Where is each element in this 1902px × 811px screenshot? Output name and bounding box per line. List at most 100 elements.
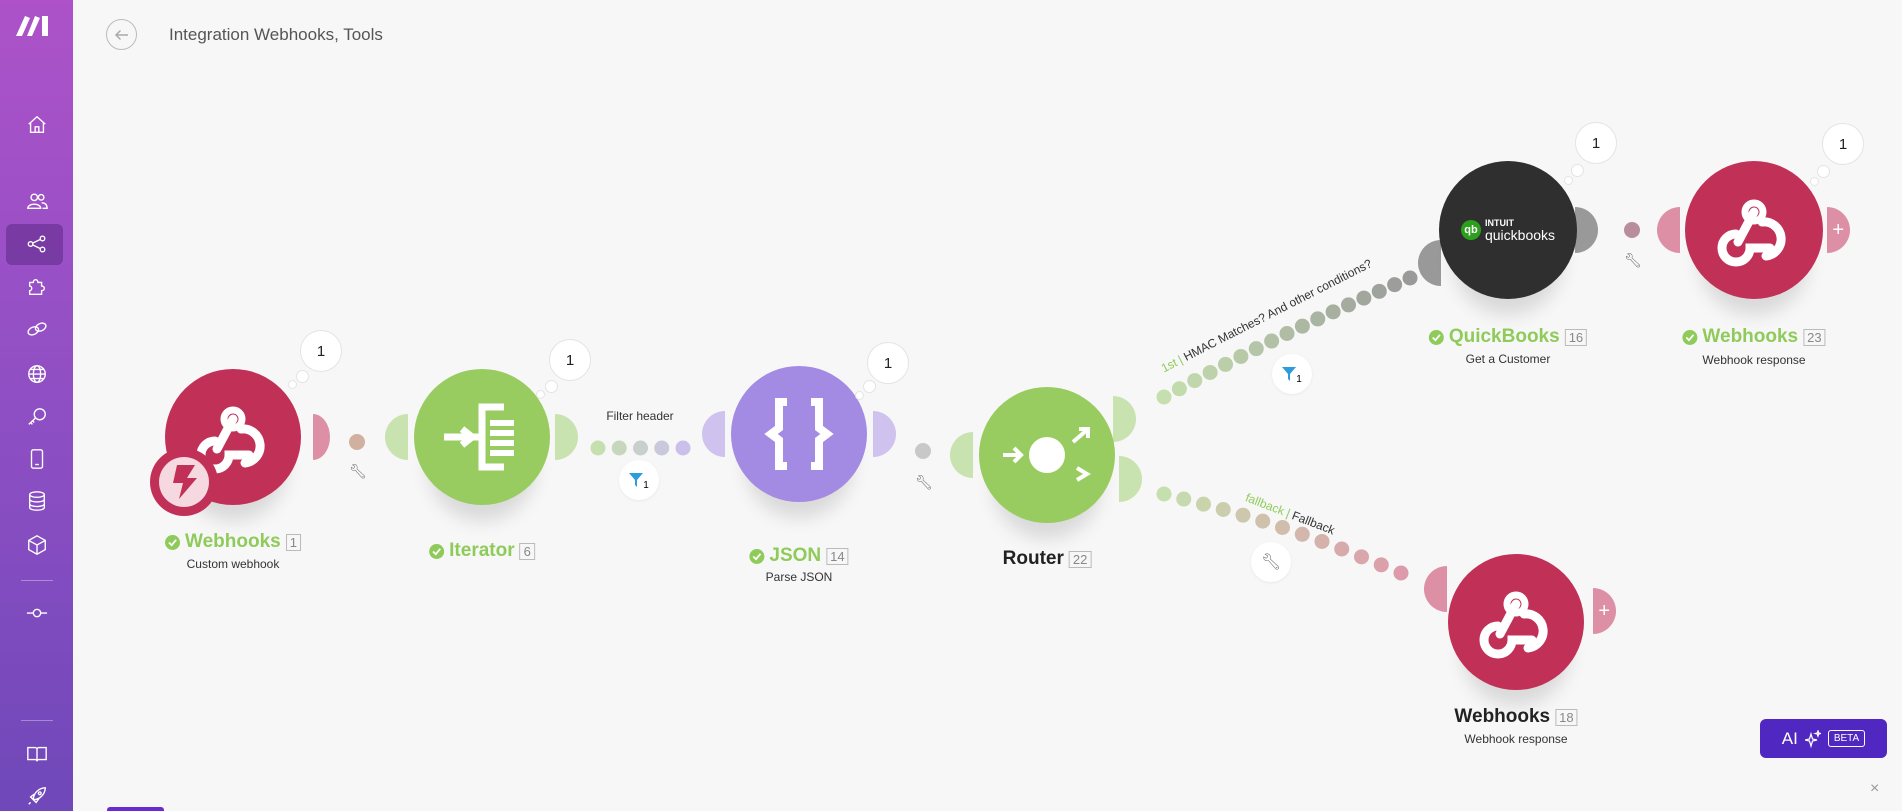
link-router-fallback-dot (1196, 496, 1211, 512)
quickbooks-logo: qb INTUIT quickbooks (1460, 218, 1556, 243)
module-label: Router 22 (1003, 548, 1092, 570)
module-index: 16 (1564, 328, 1588, 346)
link-router-fallback-dot (1393, 565, 1409, 581)
module-label: JSON 14 (749, 545, 849, 567)
webhook-icon (1717, 199, 1786, 267)
wrench-icon: 🔧︎ (1260, 554, 1282, 571)
operations-bubble[interactable]: 1 (1822, 123, 1864, 165)
bubble-tail (1817, 165, 1830, 178)
link-router-quickbooks-dot (1279, 326, 1295, 341)
link-router-fallback-dot (1354, 549, 1369, 565)
module-title: JSON (769, 545, 822, 566)
ai-label: AI (1781, 728, 1798, 748)
lightning-icon (173, 465, 197, 499)
filter-icon (629, 473, 644, 487)
link-router-quickbooks-dot (1202, 364, 1218, 380)
link-router-fallback-dot (1334, 541, 1350, 557)
link-webhooks-iterator-dot (349, 434, 365, 450)
link-router-fallback-dot (1255, 513, 1271, 529)
filter-badge[interactable]: 1 (1272, 354, 1312, 394)
bubble-tail (536, 390, 545, 399)
module-title: QuickBooks (1448, 326, 1560, 347)
link-router-fallback-dot (1275, 520, 1290, 535)
bottom-toolbar-tab[interactable] (107, 807, 164, 811)
close-button[interactable]: × (1870, 780, 1879, 798)
module-router[interactable] (979, 387, 1115, 523)
link-settings-badge[interactable]: 🔧︎ (1251, 542, 1291, 582)
module-index: 22 (1068, 550, 1092, 568)
bubble-tail (545, 380, 558, 393)
filter-count: 1 (1296, 373, 1302, 385)
link-iterator-json-dot (675, 440, 691, 456)
module-index: 6 (519, 542, 535, 560)
check-icon (1428, 329, 1444, 345)
check-icon (429, 543, 445, 559)
link-quickbooks-webhooks-dot (1624, 222, 1640, 238)
link-router-quickbooks-dot (1341, 297, 1356, 313)
module-webhooks-response-18[interactable] (1448, 554, 1584, 690)
beta-badge: BETA (1827, 730, 1866, 747)
operations-bubble[interactable]: 1 (300, 330, 342, 372)
module-title: Webhooks (1454, 706, 1551, 727)
link-router-fallback-dot (1176, 491, 1192, 507)
bubble-tail (288, 380, 297, 389)
module-webhooks-response-23[interactable] (1685, 161, 1823, 299)
logo-text: quickbooks (1484, 226, 1556, 243)
iterator-icon (444, 403, 514, 471)
ai-assistant-button[interactable]: AI BETA (1760, 719, 1887, 758)
module-title: Webhooks (1702, 326, 1799, 347)
module-title: Router (1002, 548, 1064, 569)
bubble-tail (1571, 164, 1584, 177)
link-router-fallback-dot (1215, 502, 1231, 518)
module-iterator[interactable] (414, 369, 550, 505)
link-router-quickbooks-dot (1248, 341, 1264, 357)
filter-count: 1 (643, 479, 649, 491)
module-json[interactable] (731, 366, 867, 502)
router-icon (1003, 427, 1091, 482)
check-icon (749, 548, 765, 564)
link-router-quickbooks-dot (1171, 381, 1187, 397)
link-router-fallback-dot (1156, 486, 1172, 502)
filter-badge[interactable]: 1 (619, 460, 659, 500)
link-router-quickbooks-dot (1310, 311, 1326, 327)
link-router-quickbooks-dot (1233, 348, 1249, 364)
module-quickbooks[interactable]: qb INTUIT quickbooks (1439, 161, 1577, 299)
link-iterator-json-dot (611, 440, 627, 456)
link-router-quickbooks-dot (1294, 318, 1310, 334)
bubble-tail (863, 380, 876, 393)
link-router-fallback-dot (1373, 557, 1389, 573)
operations-bubble[interactable]: 1 (867, 342, 909, 384)
wrench-icon[interactable]: 🔧︎ (915, 474, 933, 491)
webhook-icon (1479, 591, 1548, 659)
link-router-quickbooks-dot (1187, 373, 1203, 389)
operations-bubble[interactable]: 1 (1575, 122, 1617, 164)
operations-bubble[interactable]: 1 (549, 339, 591, 381)
link-router-quickbooks-dot (1264, 333, 1280, 349)
bubble-tail (855, 391, 864, 400)
link-router-fallback-dot (1294, 526, 1310, 542)
module-subtitle: Webhook response (1464, 732, 1568, 746)
link-router-quickbooks-dot (1156, 389, 1172, 405)
wrench-icon[interactable]: 🔧︎ (349, 463, 367, 480)
link-router-fallback-dot (1235, 507, 1251, 523)
module-index: 18 (1555, 708, 1578, 726)
link-label-filter-header[interactable]: Filter header (606, 409, 673, 423)
module-label: Webhooks 18 (1454, 706, 1578, 728)
link-json-router-dot (915, 443, 931, 459)
link-iterator-json-dot (590, 440, 606, 456)
filter-icon (1282, 367, 1297, 381)
link-router-quickbooks-dot (1387, 277, 1403, 293)
wrench-icon[interactable]: 🔧︎ (1624, 252, 1642, 269)
check-icon (165, 534, 181, 550)
module-subtitle: Get a Customer (1465, 352, 1551, 366)
link-router-quickbooks-dot (1371, 283, 1387, 299)
module-label: QuickBooks 16 (1428, 326, 1588, 348)
bubble-tail (296, 370, 309, 383)
trigger-badge (150, 448, 218, 516)
check-icon (1682, 329, 1698, 345)
bubble-tail (1564, 176, 1573, 185)
module-index: 14 (826, 547, 849, 565)
module-label: Webhooks 1 (165, 531, 301, 553)
link-router-quickbooks-dot (1218, 356, 1233, 372)
bubble-tail (1810, 177, 1819, 186)
